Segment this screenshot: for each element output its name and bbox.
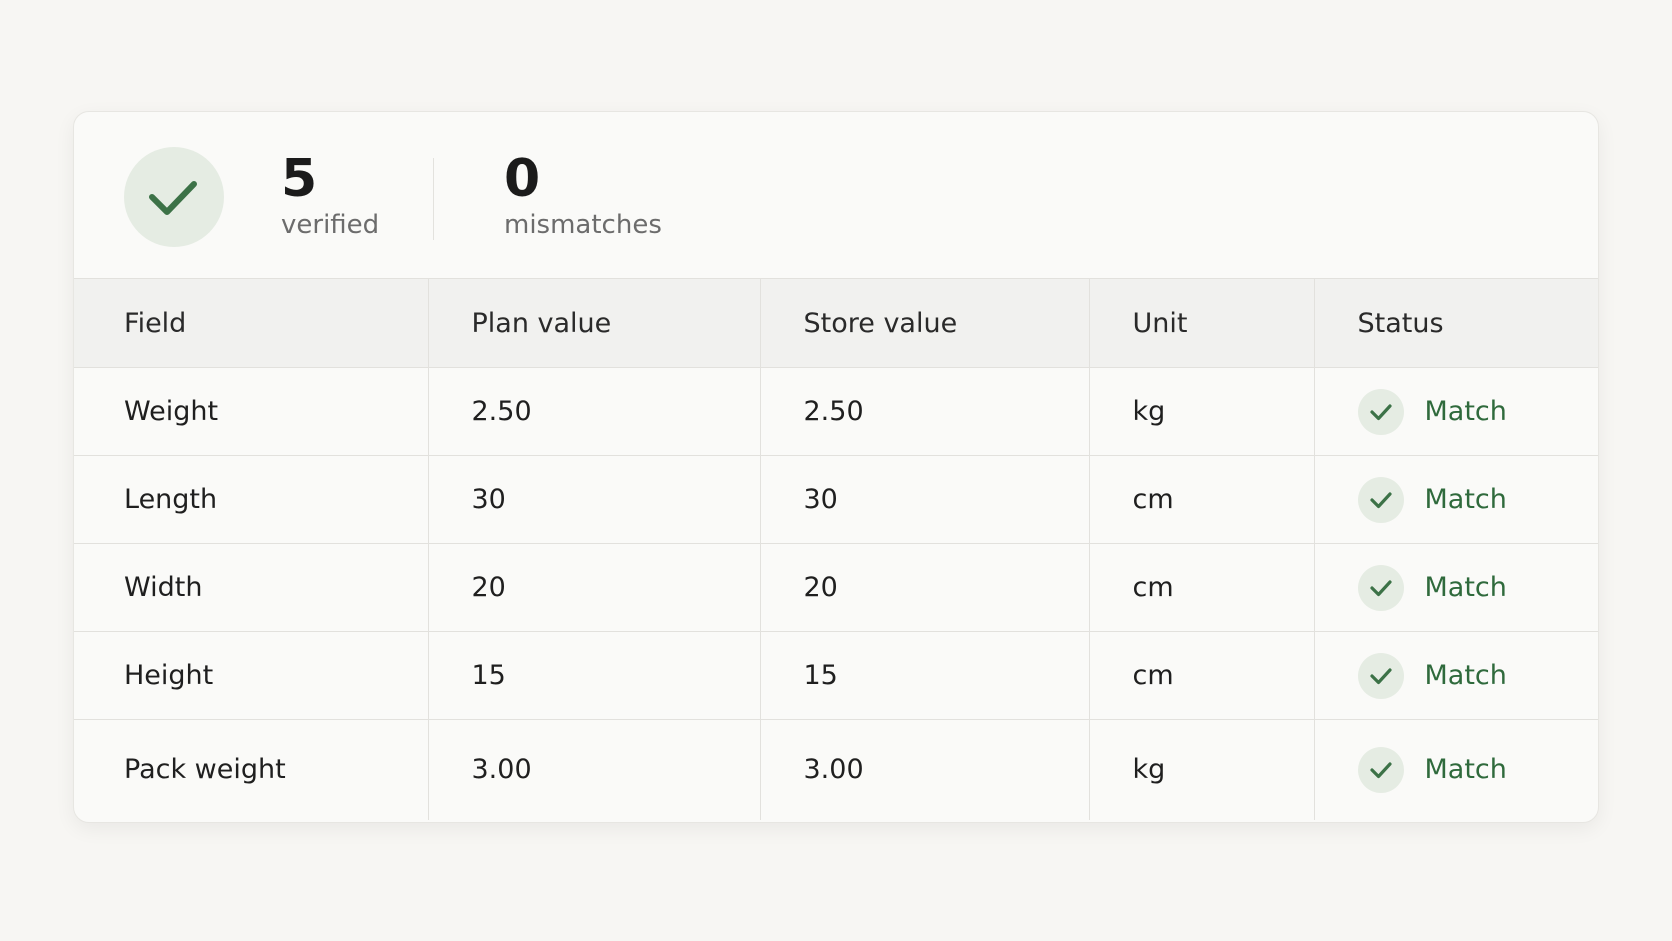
- check-icon: [1357, 388, 1404, 435]
- mismatch-label: mismatches: [504, 210, 662, 240]
- check-icon: [1357, 652, 1404, 699]
- header-status: Status: [1314, 279, 1598, 368]
- status-cell: Match: [1314, 543, 1599, 632]
- table-row: Length 30 30 cm Match: [74, 455, 1599, 544]
- summary-panel: 5 verified 0 mismatches: [74, 112, 1598, 279]
- table-row: Height 15 15 cm Match: [74, 631, 1599, 720]
- status-text: Match: [1424, 484, 1507, 515]
- unit-cell: kg: [1089, 367, 1315, 456]
- status-badge: Match: [1357, 564, 1599, 611]
- header-field: Field: [74, 279, 429, 368]
- plan-value-cell: 3.00: [428, 719, 761, 820]
- status-cell: Match: [1314, 367, 1599, 456]
- check-icon: [1357, 476, 1404, 523]
- plan-value-cell: 30: [428, 455, 761, 544]
- header-plan-value: Plan value: [428, 279, 761, 368]
- stat-divider: [433, 158, 434, 240]
- unit-cell: kg: [1089, 719, 1315, 820]
- plan-value-cell: 20: [428, 543, 761, 632]
- unit-cell: cm: [1089, 631, 1315, 720]
- check-icon: [1357, 564, 1404, 611]
- status-badge: Match: [1357, 388, 1599, 435]
- store-value-cell: 3.00: [760, 719, 1090, 820]
- store-value-cell: 15: [760, 631, 1090, 720]
- status-badge: Match: [1357, 476, 1599, 523]
- field-cell: Pack weight: [74, 719, 429, 820]
- table-row: Width 20 20 cm Match: [74, 543, 1599, 632]
- mismatch-count: 0: [504, 149, 541, 209]
- comparison-table: Field Plan value Store value Unit Status…: [74, 279, 1598, 820]
- status-cell: Match: [1314, 631, 1599, 720]
- status-text: Match: [1424, 754, 1507, 786]
- header-store-value: Store value: [760, 279, 1090, 368]
- plan-value-cell: 2.50: [428, 367, 761, 456]
- field-cell: Width: [74, 543, 429, 632]
- table-row: Pack weight 3.00 3.00 kg Match: [74, 719, 1598, 820]
- table-header-row: Field Plan value Store value Unit Status: [74, 279, 1598, 368]
- verified-count: 5: [281, 149, 318, 209]
- status-cell: Match: [1314, 720, 1598, 820]
- table-row: Weight 2.50 2.50 kg Match: [74, 367, 1599, 456]
- field-cell: Weight: [74, 367, 429, 456]
- header-unit: Unit: [1089, 279, 1315, 368]
- mismatch-stat: 0 mismatches: [504, 150, 662, 242]
- status-badge: Match: [1357, 652, 1599, 699]
- status-text: Match: [1424, 660, 1507, 691]
- store-value-cell: 2.50: [760, 367, 1090, 456]
- field-cell: Height: [74, 631, 429, 720]
- unit-cell: cm: [1089, 455, 1315, 544]
- field-cell: Length: [74, 455, 429, 544]
- status-text: Match: [1424, 396, 1507, 427]
- status-badge: Match: [1357, 746, 1599, 793]
- store-value-cell: 30: [760, 455, 1090, 544]
- status-cell: Match: [1314, 455, 1599, 544]
- unit-cell: cm: [1089, 543, 1315, 632]
- check-icon: [124, 147, 224, 247]
- verification-card: 5 verified 0 mismatches Field Plan value…: [73, 111, 1599, 823]
- status-text: Match: [1424, 572, 1507, 603]
- verified-stat: 5 verified: [281, 150, 379, 242]
- store-value-cell: 20: [760, 543, 1090, 632]
- check-icon: [1357, 746, 1404, 793]
- plan-value-cell: 15: [428, 631, 761, 720]
- verified-label: verified: [281, 210, 380, 240]
